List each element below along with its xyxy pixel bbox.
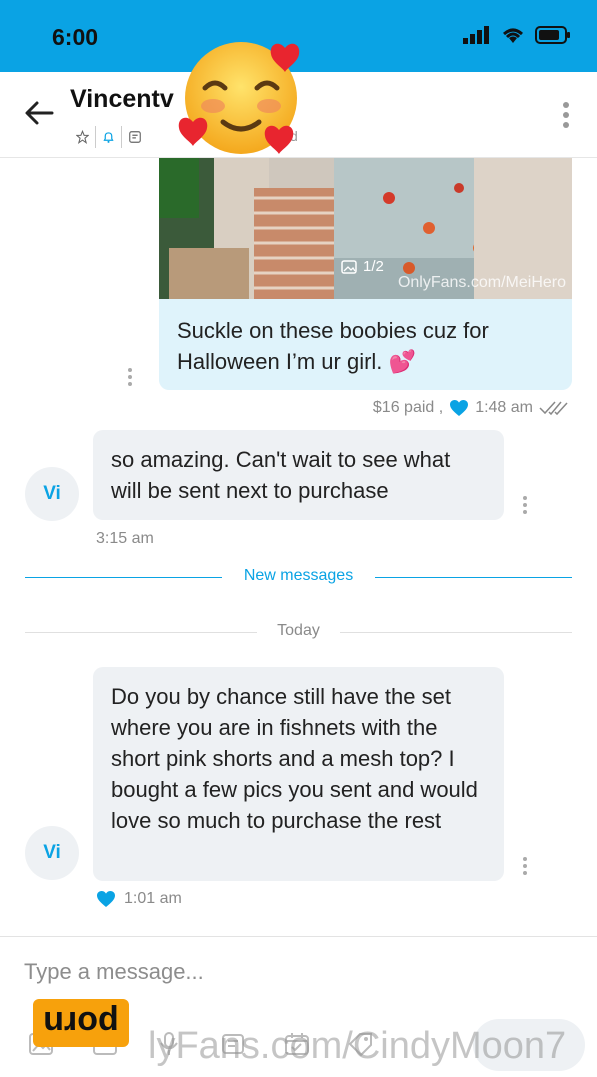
new-messages-divider: New messages [25,567,572,587]
wifi-icon [503,28,523,43]
site-logo: porn [33,999,129,1047]
outgoing-message-menu-icon[interactable] [127,367,133,387]
incoming-message-menu-icon[interactable] [522,856,528,876]
more-options-icon[interactable] [561,100,571,130]
incoming-message-time: 1:01 am [124,890,182,907]
date-divider-label: Today [277,622,320,639]
double-check-icon [539,401,568,416]
message-input[interactable] [24,957,564,987]
watermark-text: lyFans.com/CindyMoon7 [148,1025,567,1067]
new-messages-label: New messages [243,567,354,584]
status-icons [463,26,571,44]
incoming-message: so amazing. Can't wait to see what will … [93,430,504,520]
image-icon [341,259,357,274]
photo-attachment[interactable]: 1/2 OnlyFans.com/MeiHero [159,158,572,299]
avatar[interactable]: Vi [25,826,79,880]
heart-icon[interactable] [449,399,469,417]
photo-counter-text: 1/2 [363,258,384,275]
notes-button[interactable] [122,126,148,148]
price-paid: $16 paid , [372,399,444,416]
message-composer: lyFans.com/CindyMoon7 porn [0,936,597,1077]
heart-icon[interactable] [96,890,116,908]
outgoing-message-meta: $16 paid , 1:48 am [373,399,569,417]
photo-counter: 1/2 [341,258,384,275]
incoming-message: Do you by chance still have the set wher… [93,667,504,881]
outgoing-message: Suckle on these boobies cuz for Hallowee… [159,299,572,390]
date-divider: Today [25,622,572,642]
favorite-button[interactable] [70,126,96,148]
bell-icon [103,132,114,143]
battery-icon [535,26,570,44]
incoming-message-menu-icon[interactable] [522,495,528,515]
incoming-message-text: Do you by chance still have the set wher… [111,684,478,833]
chat-thread[interactable]: 1/2 OnlyFans.com/MeiHero Suckle on these… [0,158,597,936]
star-icon [76,129,89,144]
incoming-message-text: so amazing. Can't wait to see what will … [111,447,451,503]
incoming-message-time: 3:15 am [96,530,154,548]
incoming-message-meta: 1:01 am [96,890,182,908]
smiling-face-with-hearts-icon [178,42,300,154]
notifications-button[interactable] [96,126,122,148]
outgoing-message-time: 1:48 am [475,399,533,416]
outgoing-message-text: Suckle on these boobies cuz for Hallowee… [177,318,489,374]
avatar[interactable]: Vi [25,467,79,521]
note-icon [129,131,141,143]
status-time: 6:00 [52,24,99,50]
signal-icon [463,26,489,44]
contact-name[interactable]: Vincentv [70,85,174,114]
incoming-message-time-text: 3:15 am [96,530,154,547]
back-arrow-icon[interactable] [22,96,56,130]
photo-watermark: OnlyFans.com/MeiHero [397,274,566,291]
header-actions [70,126,148,148]
